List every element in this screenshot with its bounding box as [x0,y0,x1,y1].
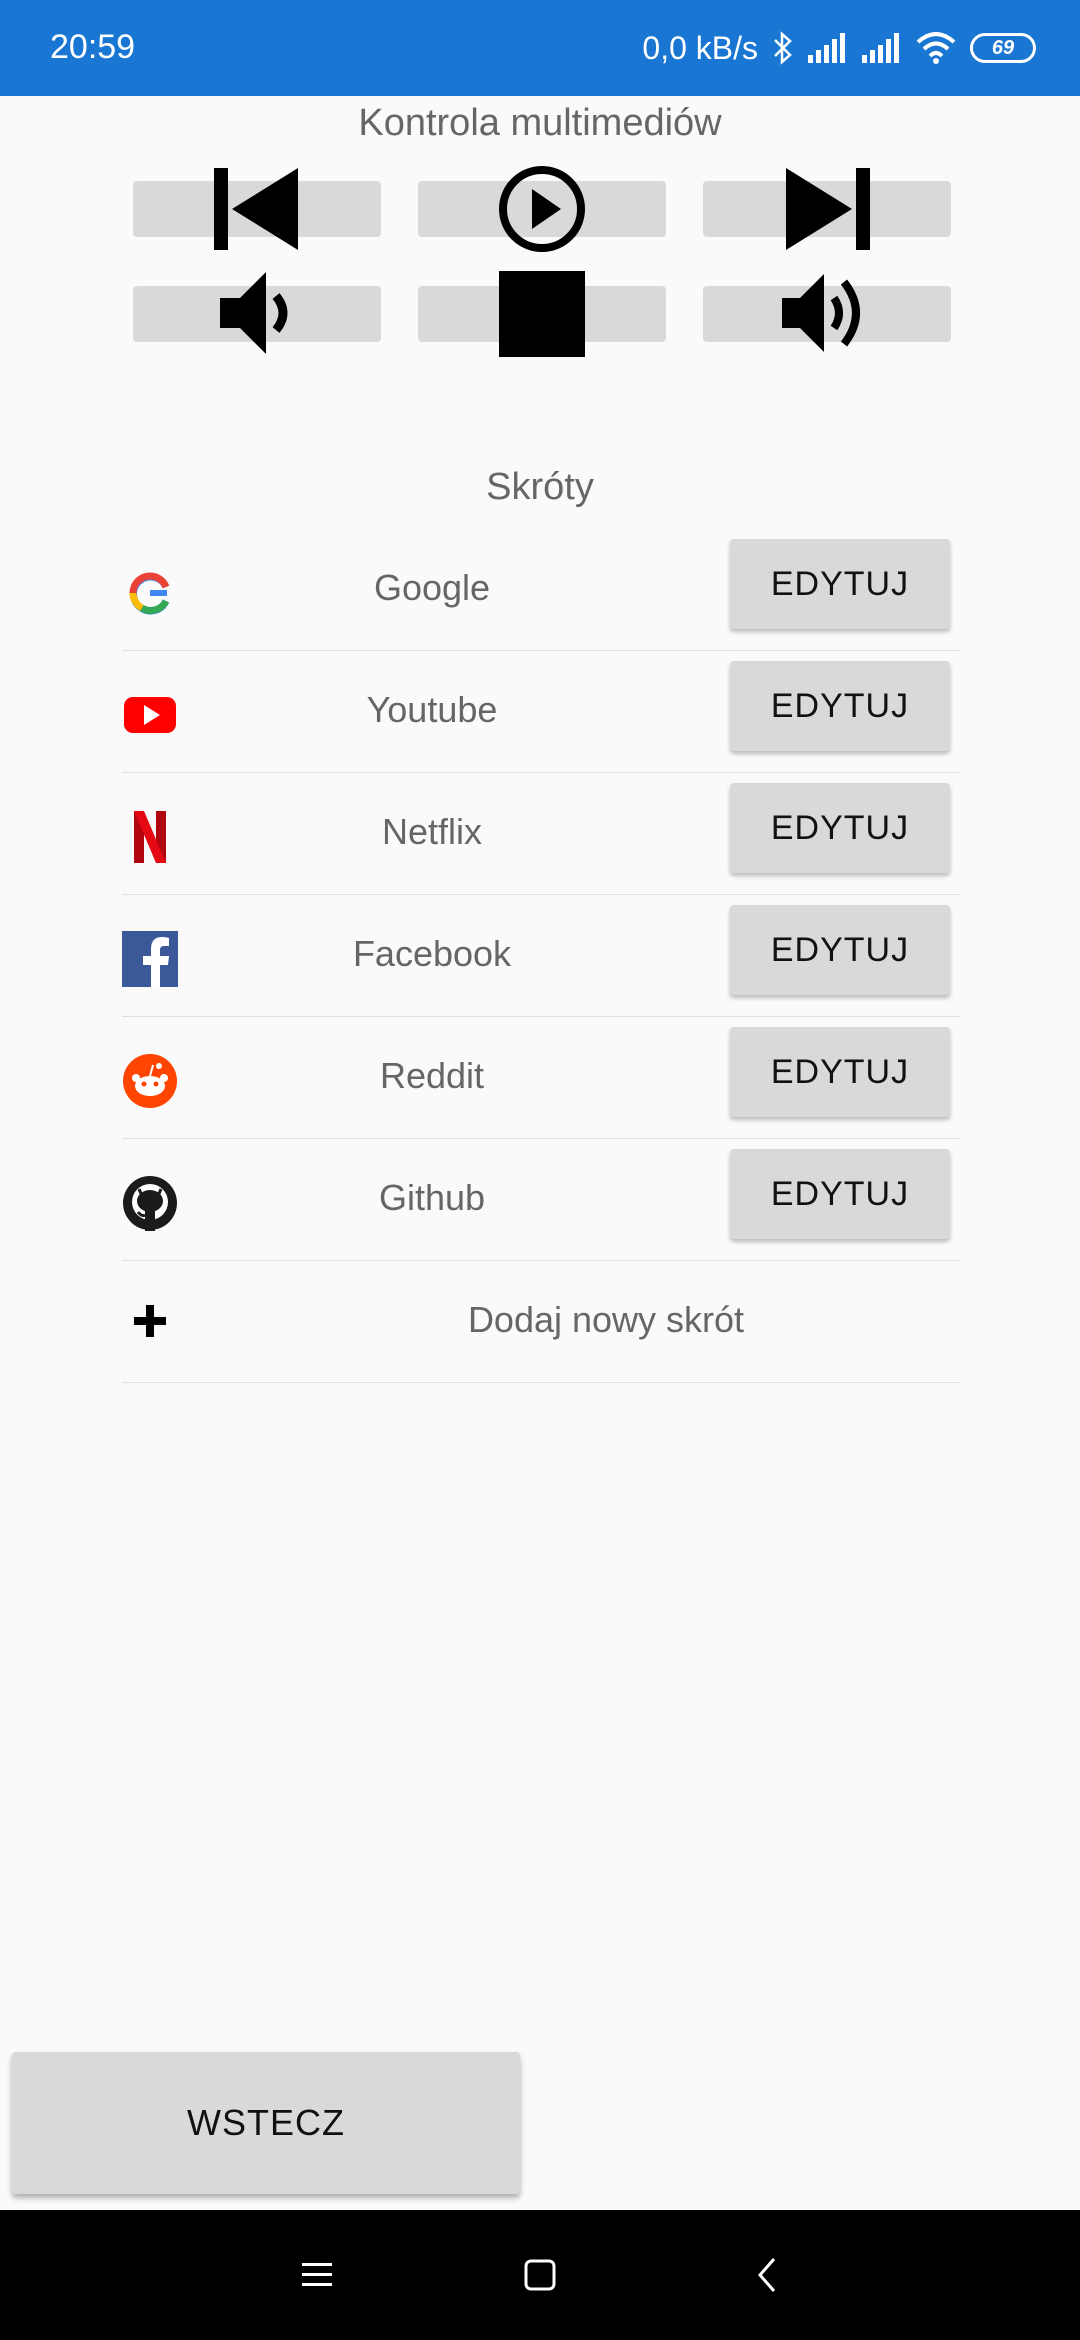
status-bar: 20:59 0,0 kB/s 69 [0,0,1080,96]
shortcut-row-reddit: Reddit EDYTUJ [122,1017,960,1139]
plus-icon [134,1305,166,1337]
edit-netflix-button[interactable]: EDYTUJ [730,783,950,873]
youtube-icon [124,697,176,733]
signal-icon [862,33,899,63]
edit-youtube-button[interactable]: EDYTUJ [730,661,950,751]
shortcut-label: Youtube [366,689,498,730]
facebook-icon [122,931,178,987]
edit-google-button[interactable]: EDYTUJ [730,539,950,629]
volume-up-icon [782,274,860,352]
back-button[interactable]: WSTECZ [12,2052,520,2194]
shortcut-label: Reddit [379,1055,485,1096]
signal-icon [808,33,845,63]
status-icons: 0,0 kB/s 69 [642,24,1036,72]
volume-down-icon [220,272,288,354]
next-track-icon [786,168,870,250]
shortcut-row-netflix: Netflix EDYTUJ [122,773,960,895]
navigation-bar [0,2210,1080,2340]
wifi-icon [916,32,956,64]
stop-icon [499,271,585,357]
edit-reddit-button[interactable]: EDYTUJ [730,1027,950,1117]
shortcut-row-github: Github EDYTUJ [122,1139,960,1261]
network-speed: 0,0 kB/s [642,29,758,66]
shortcut-row-youtube: Youtube EDYTUJ [122,651,960,773]
shortcuts-section-title: Skróty [486,466,594,508]
shortcut-label: Netflix [381,811,483,852]
play-icon [499,166,585,252]
home-icon[interactable] [522,2255,558,2295]
add-shortcut-row[interactable]: Dodaj nowy skrót [122,1261,960,1383]
bluetooth-icon [774,31,792,65]
media-section-title: Kontrola multimediów [358,102,722,144]
edit-facebook-button[interactable]: EDYTUJ [730,905,950,995]
google-icon [129,572,170,615]
battery-icon: 69 [970,33,1036,63]
add-shortcut-label: Dodaj nowy skrót [467,1299,745,1340]
edit-github-button[interactable]: EDYTUJ [730,1149,950,1239]
status-time: 20:59 [50,28,136,66]
shortcut-row-facebook: Facebook EDYTUJ [122,895,960,1017]
shortcut-row-google: Google EDYTUJ [122,529,960,651]
github-icon [123,1176,177,1231]
shortcut-label: Github [378,1177,486,1218]
shortcut-label: Google [373,567,491,608]
menu-icon[interactable] [300,2255,336,2295]
netflix-icon [134,811,166,863]
back-icon[interactable] [752,2255,782,2295]
reddit-icon [123,1054,177,1108]
shortcut-label: Facebook [352,933,512,974]
previous-track-icon [214,168,298,250]
